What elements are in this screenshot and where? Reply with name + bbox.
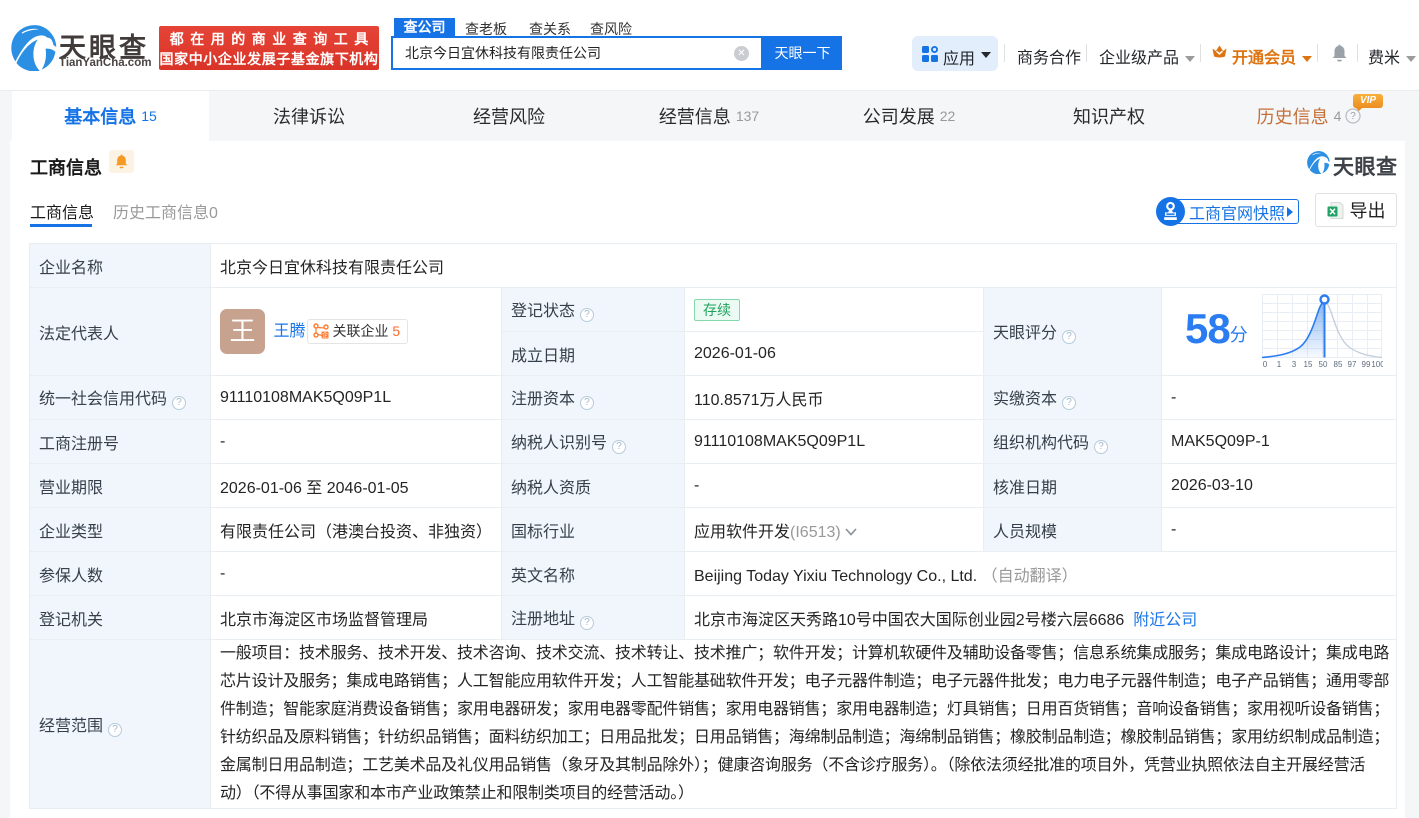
svg-text:97: 97	[1347, 360, 1356, 369]
svg-text:?: ?	[1351, 111, 1357, 122]
svg-text:3: 3	[1291, 360, 1296, 369]
svg-text:企: 企	[322, 331, 328, 339]
svg-text:100: 100	[1371, 360, 1383, 369]
svg-text:85: 85	[1333, 360, 1342, 369]
svg-text:0: 0	[1262, 360, 1267, 369]
svg-text:1: 1	[1276, 360, 1281, 369]
svg-text:15: 15	[1303, 360, 1312, 369]
svg-text:99: 99	[1361, 360, 1370, 369]
svg-text:50: 50	[1318, 360, 1327, 369]
